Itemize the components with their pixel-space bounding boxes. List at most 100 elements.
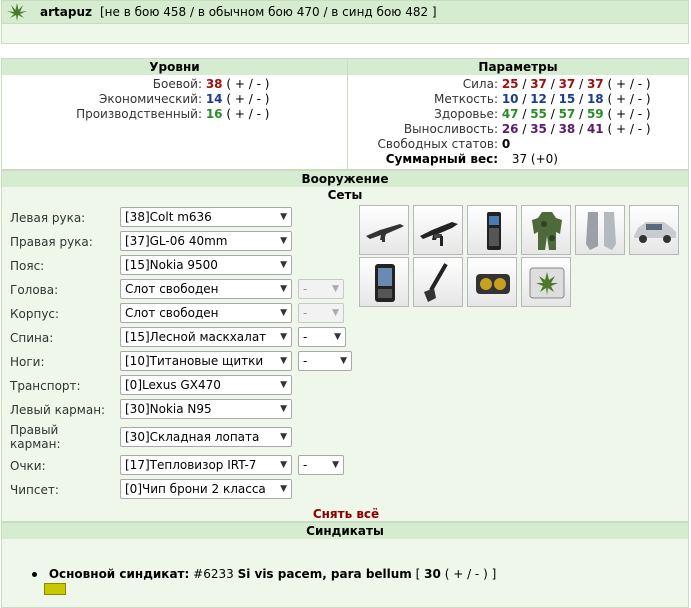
param-label: Выносливость: xyxy=(403,122,498,136)
header-spacer xyxy=(1,24,689,44)
slot-belt-select[interactable]: [15]Nokia 9500 ▼ xyxy=(120,255,292,275)
main-syndicate-line: Основной синдикат: #6233 Si vis pacem, p… xyxy=(32,567,496,581)
username-link[interactable]: artapuz xyxy=(40,5,92,19)
slot-chipset-select[interactable]: [0]Чип брони 2 класса ▼ xyxy=(120,479,292,499)
param-value: 57 xyxy=(558,107,576,121)
level-label: Производственный: xyxy=(76,107,202,121)
param-value: 37 xyxy=(586,77,604,91)
param-controls[interactable]: ( + / - ) xyxy=(607,107,650,121)
slot-label: Ноги: xyxy=(10,355,45,369)
slot-head-select[interactable]: Слот свободен ▼ xyxy=(120,279,292,299)
param-value: 59 xyxy=(586,107,604,121)
shovel-icon[interactable] xyxy=(413,257,463,307)
slot-legs-mod-select[interactable]: - ▼ xyxy=(298,351,352,371)
chevron-down-icon: ▼ xyxy=(280,236,287,246)
syndicates-panel: Синдикаты Основной синдикат: #6233 Si vi… xyxy=(1,522,689,608)
smartphone-icon[interactable] xyxy=(359,257,409,307)
slot-label: Транспорт: xyxy=(10,379,81,393)
params-section: Параметры Сила: 25 / 37 / 37 / 37 ( + / … xyxy=(348,59,688,169)
slot-left-hand-select[interactable]: [38]Colt m636 ▼ xyxy=(120,207,292,227)
slot-label: Правая рука: xyxy=(10,235,93,249)
syndicate-rank-badge-icon xyxy=(44,583,66,595)
slot-label: Очки: xyxy=(10,459,46,473)
slot-transport-select[interactable]: [0]Lexus GX470 ▼ xyxy=(120,375,292,395)
chevron-down-icon: ▼ xyxy=(332,284,339,294)
slot-left-pocket-select[interactable]: [30]Nokia N95 ▼ xyxy=(120,399,292,419)
syndicate-id[interactable]: #6233 xyxy=(193,567,234,581)
chevron-down-icon: ▼ xyxy=(280,380,287,390)
chevron-down-icon: ▼ xyxy=(280,308,287,318)
slot-body-mod-select[interactable]: - ▼ xyxy=(298,303,344,323)
levels-section: Уровни Боевой: 38 ( + / - ) Экономически… xyxy=(2,59,348,169)
level-row-combat: Боевой: 38 ( + / - ) xyxy=(2,77,347,92)
weapons-title: Вооружение xyxy=(2,171,688,187)
total-weight-row: Суммарный вес: 37 (+0) xyxy=(348,152,688,167)
chevron-down-icon: ▼ xyxy=(334,332,341,342)
leg-armor-icon[interactable] xyxy=(575,205,625,255)
slot-label: Чипсет: xyxy=(10,483,59,497)
level-row-economic: Экономический: 14 ( + / - ) xyxy=(2,92,347,107)
param-value: 10 xyxy=(501,92,519,106)
free-stats-value: 0 xyxy=(501,137,511,151)
chip-icon[interactable] xyxy=(521,257,571,307)
chevron-down-icon: ▼ xyxy=(332,308,339,318)
rifle-icon[interactable] xyxy=(359,205,409,255)
slot-legs-select[interactable]: [10]Титановые щитки ▼ xyxy=(120,351,292,371)
level-controls[interactable]: ( + / - ) xyxy=(226,107,269,121)
param-value: 55 xyxy=(530,107,547,121)
total-weight-label: Суммарный вес: xyxy=(385,152,498,166)
slot-goggles-mod-select[interactable]: - ▼ xyxy=(298,455,344,475)
param-value: 41 xyxy=(586,122,604,136)
param-value: 37 xyxy=(530,77,547,91)
chevron-down-icon: ▼ xyxy=(280,460,287,470)
slot-label: Левая рука: xyxy=(10,211,86,225)
param-controls[interactable]: ( + / - ) xyxy=(607,77,650,91)
chevron-down-icon: ▼ xyxy=(280,332,287,342)
param-value: 26 xyxy=(501,122,519,136)
slot-label: Корпус: xyxy=(10,307,60,321)
total-weight-value: 37 (+0) xyxy=(511,152,558,166)
param-value: 38 xyxy=(558,122,576,136)
main-syndicate-label: Основной синдикат: xyxy=(48,567,190,581)
levels-params-panel: Уровни Боевой: 38 ( + / - ) Экономически… xyxy=(1,58,689,170)
thermal-goggles-icon[interactable] xyxy=(467,257,517,307)
params-title: Параметры xyxy=(348,59,688,75)
chevron-down-icon: ▼ xyxy=(332,460,339,470)
suv-icon[interactable] xyxy=(629,205,679,255)
slot-goggles-select[interactable]: [17]Тепловизор IRT-7 ▼ xyxy=(120,455,292,475)
slot-back-select[interactable]: [15]Лесной маскхалат ▼ xyxy=(120,327,292,347)
chevron-down-icon: ▼ xyxy=(280,432,287,442)
level-row-production: Производственный: 16 ( + / - ) xyxy=(2,107,347,122)
param-value: 12 xyxy=(530,92,547,106)
slot-body-select[interactable]: Слот свободен ▼ xyxy=(120,303,292,323)
param-label: Меткость: xyxy=(433,92,498,106)
level-controls[interactable]: ( + / - ) xyxy=(226,77,269,91)
slot-back-mod-select[interactable]: - ▼ xyxy=(298,327,346,347)
phone-icon[interactable] xyxy=(467,205,517,255)
slot-label: Правый карман: xyxy=(10,423,61,451)
syndicate-level: 30 xyxy=(424,567,441,581)
remove-all-button[interactable]: Снять всё xyxy=(2,507,690,521)
level-label: Экономический: xyxy=(99,92,202,106)
chevron-down-icon: ▼ xyxy=(280,284,287,294)
level-label: Боевой: xyxy=(152,77,202,91)
slot-head-mod-select[interactable]: - ▼ xyxy=(298,279,344,299)
slot-label: Голова: xyxy=(10,283,59,297)
weapons-panel: Вооружение Сеты Левая рука: [38]Colt m63… xyxy=(1,170,689,522)
grenade-launcher-icon[interactable] xyxy=(413,205,463,255)
syndicates-title: Синдикаты xyxy=(2,523,688,539)
level-controls[interactable]: ( + / - ) xyxy=(226,92,269,106)
param-controls[interactable]: ( + / - ) xyxy=(607,122,650,136)
levels-title: Уровни xyxy=(2,59,347,75)
camo-suit-icon[interactable] xyxy=(521,205,571,255)
param-controls[interactable]: ( + / - ) xyxy=(607,92,650,106)
param-value: 25 xyxy=(501,77,519,91)
param-row-strength: Сила: 25 / 37 / 37 / 37 ( + / - ) xyxy=(348,77,688,92)
syndicate-level-controls[interactable]: ( + / - ) xyxy=(445,567,488,581)
top-bar: artapuz [не в бою 458 / в обычном бою 47… xyxy=(1,0,689,24)
battle-info: [не в бою 458 / в обычном бою 470 / в си… xyxy=(99,5,437,19)
slot-right-pocket-select[interactable]: [30]Складная лопата ▼ xyxy=(120,427,292,447)
slot-right-hand-select[interactable]: [37]GL-06 40mm ▼ xyxy=(120,231,292,251)
param-label: Сила: xyxy=(462,77,498,91)
syndicate-name[interactable]: Si vis pacem, para bellum xyxy=(238,567,412,581)
